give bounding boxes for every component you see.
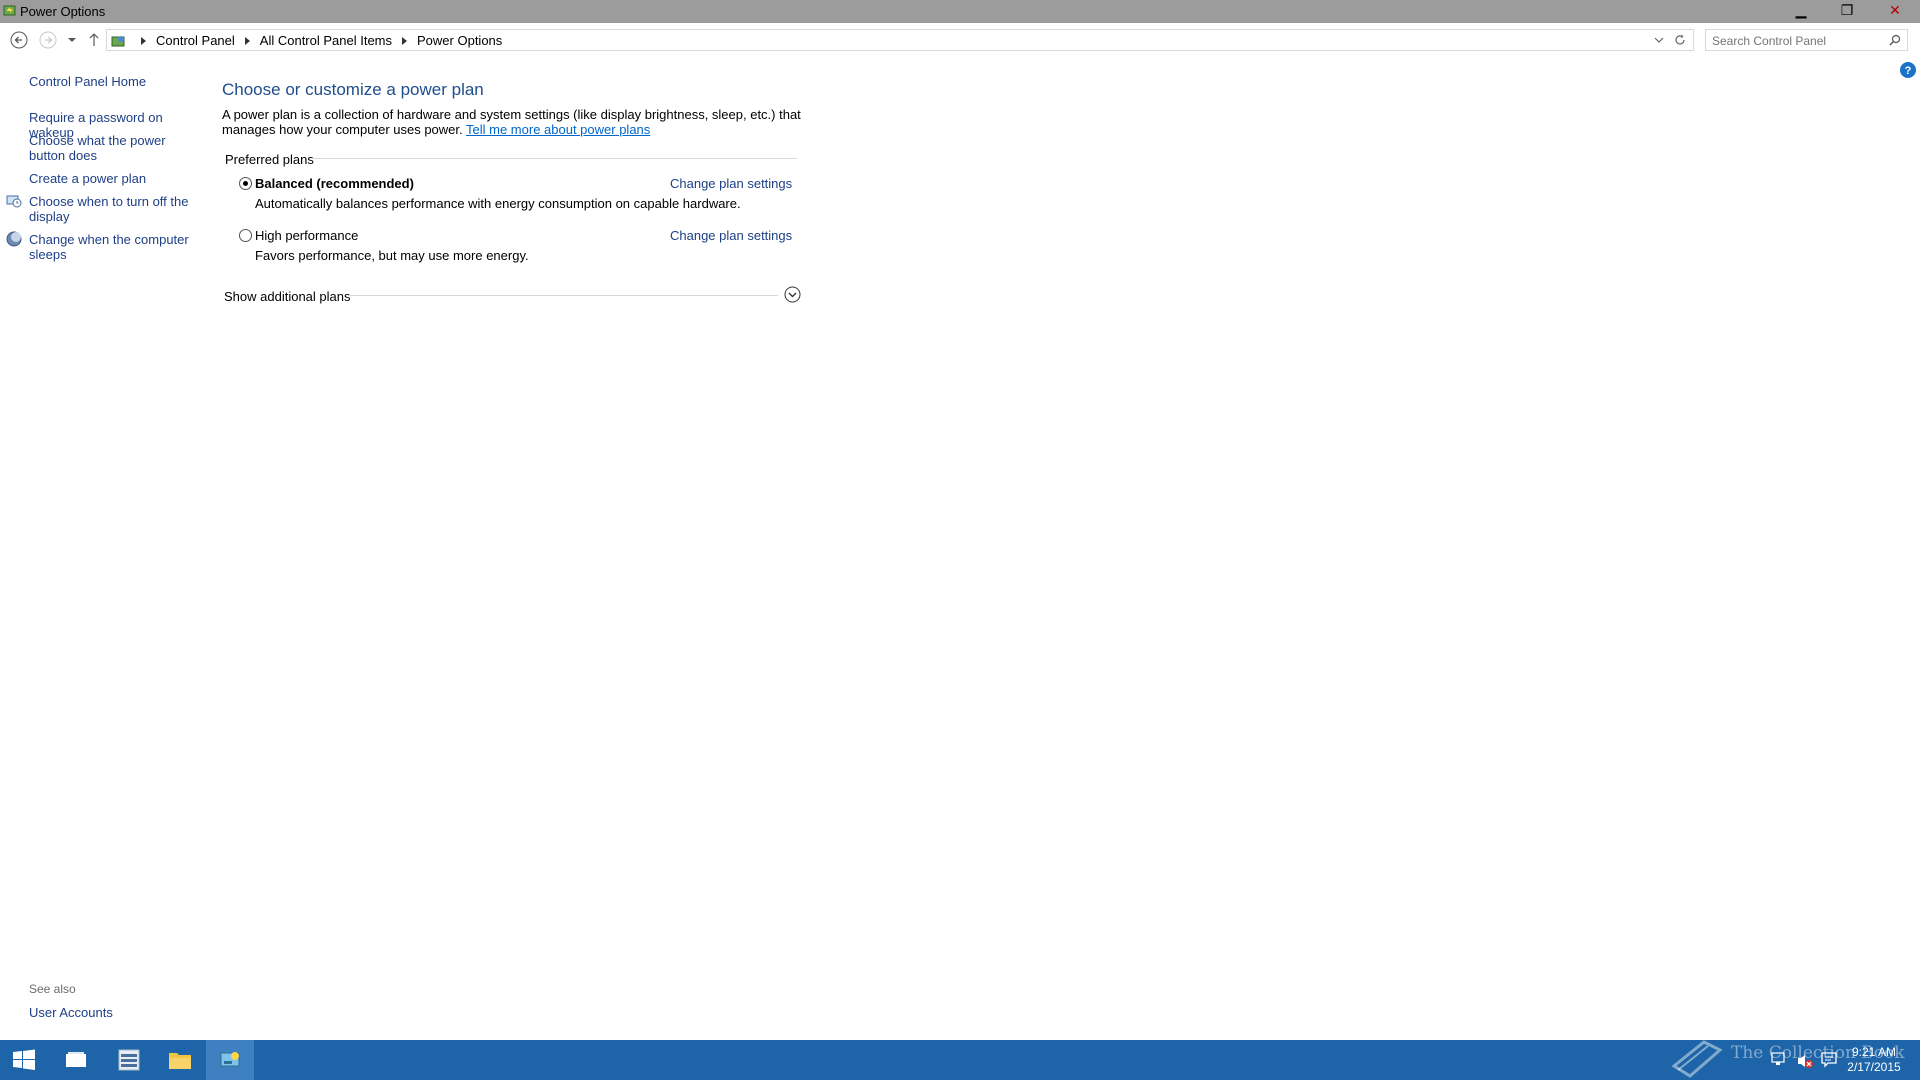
breadcrumb-control-panel[interactable]: Control Panel xyxy=(156,33,235,48)
sidebar-item-create-power-plan[interactable]: Create a power plan xyxy=(29,171,199,186)
power-options-icon xyxy=(3,5,16,16)
control-panel-icon xyxy=(111,35,125,46)
sidebar-item-power-button[interactable]: Choose what the power button does xyxy=(29,133,199,163)
high-performance-plan-name[interactable]: High performance xyxy=(255,228,358,243)
watermark-text: The Collection Book xyxy=(1731,1043,1905,1063)
high-performance-change-plan-settings-link[interactable]: Change plan settings xyxy=(670,228,792,243)
server-manager-icon xyxy=(118,1049,140,1071)
restore-button[interactable]: ❐ xyxy=(1824,0,1870,21)
balanced-plan-radio[interactable] xyxy=(239,177,252,190)
expand-chevron-icon[interactable] xyxy=(784,286,801,303)
divider xyxy=(348,295,778,296)
divider xyxy=(312,158,797,159)
back-arrow-icon[interactable] xyxy=(9,30,29,50)
task-view-button[interactable] xyxy=(52,1040,100,1080)
see-also-heading: See also xyxy=(29,982,76,996)
book-watermark-icon xyxy=(1671,1040,1723,1078)
sidebar-item-computer-sleeps[interactable]: Change when the computer sleeps xyxy=(29,232,199,262)
recent-pages-dropdown-icon[interactable] xyxy=(67,36,77,44)
window-title: Power Options xyxy=(20,4,106,19)
sidebar-item-turn-off-display[interactable]: Choose when to turn off the display xyxy=(29,194,199,224)
task-view-icon xyxy=(66,1052,86,1067)
search-input[interactable] xyxy=(1710,32,1884,50)
preferred-plans-label: Preferred plans xyxy=(225,152,314,167)
high-performance-plan-radio[interactable] xyxy=(239,229,252,242)
intro-text: A power plan is a collection of hardware… xyxy=(222,107,812,137)
balanced-change-plan-settings-link[interactable]: Change plan settings xyxy=(670,176,792,191)
breadcrumb-separator-icon[interactable] xyxy=(244,36,250,45)
moon-icon xyxy=(6,231,22,247)
breadcrumb: Control Panel All Control Panel Items Po… xyxy=(111,33,502,48)
balanced-plan-description: Automatically balances performance with … xyxy=(255,196,741,211)
server-manager-button[interactable] xyxy=(104,1040,152,1080)
refresh-icon[interactable] xyxy=(1673,33,1687,47)
monitor-clock-icon xyxy=(6,195,22,208)
control-panel-icon xyxy=(220,1052,240,1067)
high-performance-plan-description: Favors performance, but may use more ene… xyxy=(255,248,529,263)
tell-me-more-link[interactable]: Tell me more about power plans xyxy=(466,122,650,137)
forward-arrow-icon[interactable] xyxy=(38,30,58,50)
taskbar: 9:21 AM 2/17/2015 xyxy=(0,1040,1920,1080)
minimize-button[interactable]: ▁ xyxy=(1778,0,1824,21)
up-arrow-icon[interactable] xyxy=(87,31,101,47)
start-icon xyxy=(13,1049,35,1070)
user-accounts-link[interactable]: User Accounts xyxy=(29,1005,113,1020)
help-icon[interactable]: ? xyxy=(1900,62,1916,78)
breadcrumb-power-options[interactable]: Power Options xyxy=(417,33,502,48)
start-button[interactable] xyxy=(0,1040,48,1080)
sidebar-item-control-panel-home[interactable]: Control Panel Home xyxy=(29,74,199,89)
close-button[interactable]: ✕ xyxy=(1870,0,1920,21)
breadcrumb-all-items[interactable]: All Control Panel Items xyxy=(260,33,392,48)
balanced-plan-name[interactable]: Balanced (recommended) xyxy=(255,176,414,191)
address-bar[interactable]: Control Panel All Control Panel Items Po… xyxy=(106,29,1694,51)
file-explorer-button[interactable] xyxy=(155,1040,203,1080)
svg-text:?: ? xyxy=(1905,65,1912,77)
breadcrumb-separator-icon[interactable] xyxy=(402,36,408,45)
breadcrumb-separator-icon[interactable] xyxy=(141,36,146,45)
control-panel-taskbar-button[interactable] xyxy=(206,1040,254,1080)
search-icon[interactable] xyxy=(1889,34,1901,46)
search-box[interactable] xyxy=(1705,29,1908,51)
title-bar: Power Options ▁ ❐ ✕ xyxy=(0,0,1920,23)
page-title: Choose or customize a power plan xyxy=(222,80,484,99)
chevron-down-icon[interactable] xyxy=(1653,34,1665,46)
show-additional-plans-label[interactable]: Show additional plans xyxy=(224,289,350,304)
file-explorer-icon xyxy=(169,1053,191,1069)
